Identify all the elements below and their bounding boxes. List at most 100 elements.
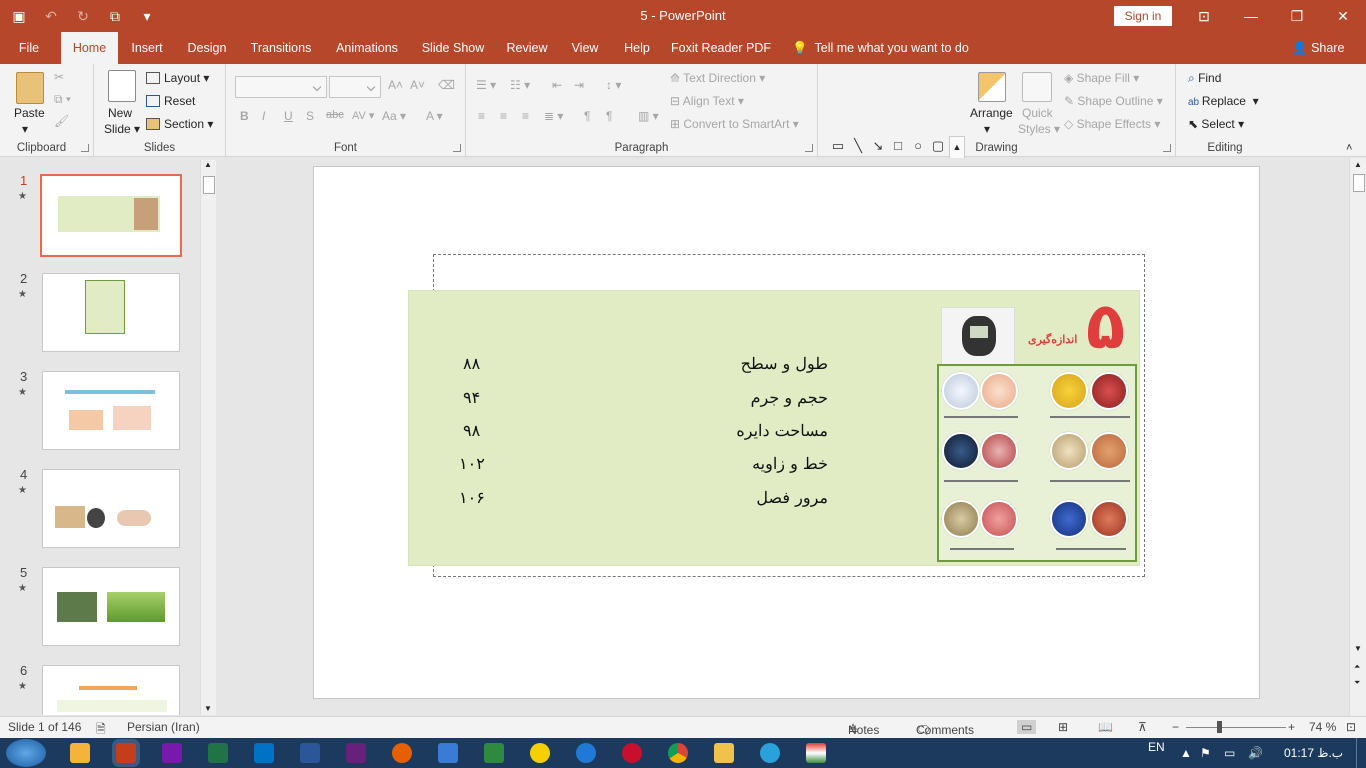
camera-app-icon[interactable] [438, 743, 458, 763]
decrease-indent-icon[interactable]: ⇤ [552, 78, 562, 92]
scroll-down-icon[interactable]: ▼ [1354, 644, 1362, 653]
tab-design[interactable]: Design [182, 32, 232, 64]
slide-thumbnail-4[interactable] [42, 469, 180, 548]
copy-icon[interactable]: ⧉ ▾ [54, 92, 71, 107]
tray-expand-icon[interactable]: ▲ [1180, 738, 1192, 768]
font-color-icon[interactable]: A ▾ [426, 109, 443, 123]
new-slide-button[interactable]: New [108, 106, 132, 120]
language-indicator[interactable]: Persian (Iran) [127, 720, 200, 734]
text-shadow-icon[interactable]: S [306, 109, 314, 123]
font-launcher-icon[interactable] [453, 144, 461, 152]
scroll-up-icon[interactable]: ▲ [204, 160, 212, 169]
format-painter-icon[interactable]: 🖌 [54, 114, 69, 128]
rectangle-shape-icon[interactable]: □ [888, 136, 908, 156]
thumbnails-scrollbar[interactable]: ▲ ▼ [200, 160, 216, 715]
align-left-icon[interactable]: ≡ [478, 109, 485, 123]
text-direction-button[interactable]: ⟰ Text Direction ▾ [670, 71, 765, 85]
paste-button[interactable]: Paste [14, 106, 45, 120]
new-slide-button-line2[interactable]: Slide ▾ [104, 122, 140, 136]
zoom-level[interactable]: 74 % [1309, 720, 1336, 734]
language-bar[interactable]: EN [1148, 732, 1165, 762]
find-button[interactable]: ⌕ Find [1188, 71, 1221, 86]
internet-explorer-icon[interactable] [576, 743, 596, 763]
paragraph-launcher-icon[interactable] [805, 144, 813, 152]
underline-icon[interactable]: U [284, 109, 293, 123]
chrome-icon[interactable] [668, 743, 688, 763]
tab-view[interactable]: View [566, 32, 604, 64]
font-name-combo[interactable] [235, 76, 327, 98]
character-spacing-icon[interactable]: AV ▾ [352, 109, 374, 122]
line-shape-icon[interactable]: ╲ [848, 136, 868, 156]
excel-icon[interactable] [208, 743, 228, 763]
app-8-icon[interactable] [622, 743, 642, 763]
zoom-out-icon[interactable]: − [1172, 720, 1179, 734]
increase-indent-icon[interactable]: ⇥ [574, 78, 584, 92]
replace-button[interactable]: ab Replace ▾ [1188, 94, 1259, 108]
tab-home[interactable]: Home [61, 32, 118, 64]
rounded-rect-shape-icon[interactable]: ▢ [928, 136, 948, 156]
outlook-icon[interactable] [254, 743, 274, 763]
clipboard-launcher-icon[interactable] [81, 144, 89, 152]
strikethrough-icon[interactable]: abc [326, 109, 344, 121]
reset-button[interactable]: Reset [146, 94, 195, 108]
firefox-icon[interactable] [392, 743, 412, 763]
line-spacing-icon[interactable]: ↕ ▾ [606, 78, 621, 92]
restore-icon[interactable]: ❐ [1274, 0, 1320, 32]
increase-font-icon[interactable]: A˄ [388, 78, 403, 92]
fit-slide-icon[interactable]: ⊡ [1346, 720, 1356, 734]
start-from-beginning-icon[interactable]: ⧉ [106, 8, 124, 25]
italic-icon[interactable]: I [262, 109, 265, 123]
winrar-icon[interactable] [806, 743, 826, 763]
slide-thumbnail-2[interactable] [42, 273, 180, 352]
previous-slide-icon[interactable]: ⏶ [1354, 662, 1360, 672]
convert-smartart-button[interactable]: ⊞ Convert to SmartArt ▾ [670, 117, 799, 131]
reading-view-icon[interactable]: 📖 [1098, 720, 1113, 734]
save-icon[interactable]: ▣ [10, 8, 28, 25]
quick-styles-button[interactable]: Quick [1022, 106, 1053, 120]
slide-thumbnail-6[interactable] [42, 665, 180, 715]
drawing-launcher-icon[interactable] [1163, 144, 1171, 152]
textbox-shape-icon[interactable]: ▭ [828, 136, 848, 156]
quick-styles-icon[interactable] [1022, 72, 1052, 102]
align-text-button[interactable]: ⊟ Align Text ▾ [670, 94, 744, 108]
powerpoint-taskbar-icon[interactable] [116, 743, 136, 763]
zoom-slider-thumb[interactable] [1217, 721, 1222, 733]
redo-icon[interactable]: ↻ [74, 8, 92, 25]
arrange-icon[interactable] [978, 72, 1006, 102]
close-icon[interactable]: ✕ [1320, 0, 1366, 32]
tab-foxit-reader-pdf[interactable]: Foxit Reader PDF [670, 32, 772, 64]
align-right-icon[interactable]: ≡ [522, 109, 529, 123]
file-explorer-icon[interactable] [714, 743, 734, 763]
scroll-thumb[interactable] [203, 176, 215, 194]
bullets-icon[interactable]: ☰ ▾ [476, 78, 496, 92]
show-desktop-button[interactable] [1356, 738, 1366, 768]
scroll-thumb[interactable] [1353, 174, 1365, 192]
columns-icon[interactable]: ▥ ▾ [638, 109, 659, 123]
tab-help[interactable]: Help [618, 32, 656, 64]
clock[interactable]: 01:17 ب.ظ [1284, 738, 1343, 768]
align-center-icon[interactable]: ≡ [500, 109, 507, 123]
network-icon[interactable]: ⚑ [1200, 738, 1211, 768]
zoom-in-icon[interactable]: + [1288, 720, 1295, 734]
arrange-dropdown-icon[interactable]: ▾ [984, 122, 990, 136]
customize-qat-icon[interactable]: ▾ [138, 8, 156, 25]
undo-icon[interactable]: ↶ [42, 8, 60, 25]
start-button[interactable] [6, 739, 46, 767]
tab-insert[interactable]: Insert [124, 32, 170, 64]
clear-formatting-icon[interactable]: ⌫ [438, 78, 455, 92]
quick-styles-button-line2[interactable]: Styles ▾ [1018, 122, 1060, 136]
numbering-icon[interactable]: ☷ ▾ [510, 78, 530, 92]
onenote-icon[interactable] [162, 743, 182, 763]
ribbon-display-options-icon[interactable]: ⊡ [1181, 0, 1227, 32]
arrow-line-shape-icon[interactable]: ↘ [868, 136, 888, 156]
justify-icon[interactable]: ≣ ▾ [544, 109, 563, 123]
share-button[interactable]: 👤 Share [1292, 32, 1344, 64]
tab-animations[interactable]: Animations [330, 32, 404, 64]
ltr-icon[interactable]: ¶ [606, 109, 612, 123]
minimize-icon[interactable]: — [1228, 0, 1274, 32]
bold-icon[interactable]: B [240, 109, 249, 123]
slide-thumbnail-3[interactable] [42, 371, 180, 450]
font-size-combo[interactable] [329, 76, 381, 98]
next-slide-icon[interactable]: ⏷ [1354, 678, 1360, 688]
visual-studio-icon[interactable] [346, 743, 366, 763]
